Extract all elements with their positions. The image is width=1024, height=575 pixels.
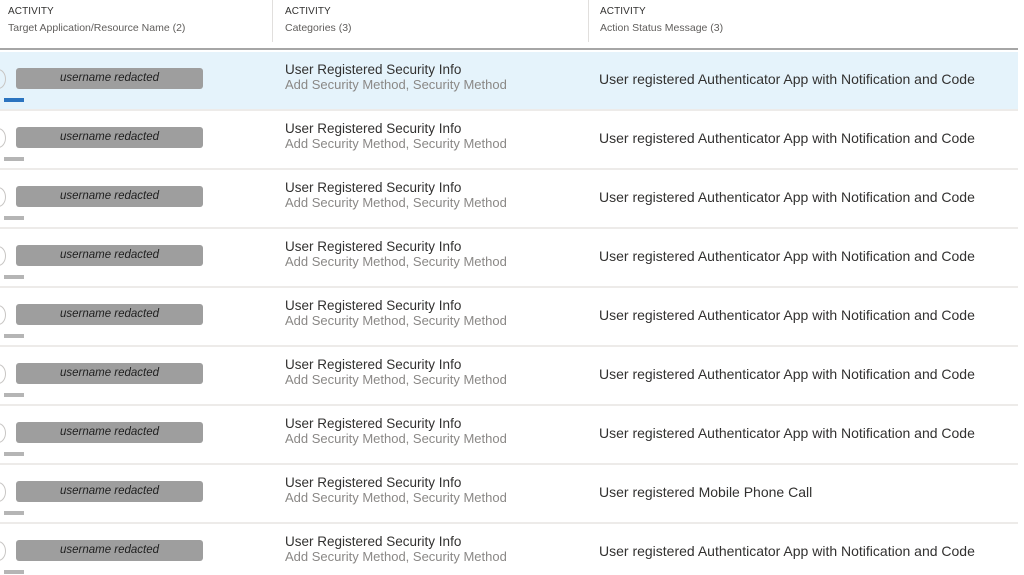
category-title: User Registered Security Info xyxy=(285,62,462,77)
category-subtitle: Add Security Method, Security Method xyxy=(285,431,507,446)
column-label: Categories (3) xyxy=(285,22,352,34)
row-select-radio[interactable] xyxy=(0,482,6,502)
category-title: User Registered Security Info xyxy=(285,416,462,431)
table-header: ACTIVITY Target Application/Resource Nam… xyxy=(0,0,1018,50)
category-subtitle: Add Security Method, Security Method xyxy=(285,136,507,151)
table-row[interactable]: username redacted User Registered Securi… xyxy=(0,288,1018,347)
row-select-radio[interactable] xyxy=(0,128,6,148)
table-row[interactable]: username redacted User Registered Securi… xyxy=(0,406,1018,465)
table-row[interactable]: username redacted User Registered Securi… xyxy=(0,111,1018,170)
row-indicator-bar xyxy=(4,511,24,515)
category-subtitle: Add Security Method, Security Method xyxy=(285,372,507,387)
category-subtitle: Add Security Method, Security Method xyxy=(285,549,507,564)
row-indicator-bar xyxy=(4,452,24,456)
category-title: User Registered Security Info xyxy=(285,239,462,254)
column-label: Target Application/Resource Name (2) xyxy=(8,22,186,34)
column-group-label: ACTIVITY xyxy=(600,6,646,17)
row-indicator-bar xyxy=(4,275,24,279)
action-status-message: User registered Authenticator App with N… xyxy=(599,130,975,146)
category-cell: User Registered Security Info Add Securi… xyxy=(285,416,507,446)
column-header-categories[interactable]: ACTIVITY Categories (3) xyxy=(272,0,588,42)
category-title: User Registered Security Info xyxy=(285,475,462,490)
row-select-radio[interactable] xyxy=(0,423,6,443)
category-title: User Registered Security Info xyxy=(285,534,462,549)
username-redacted-chip: username redacted xyxy=(16,68,203,89)
username-redacted-chip: username redacted xyxy=(16,245,203,266)
category-cell: User Registered Security Info Add Securi… xyxy=(285,62,507,92)
table-body: username redacted User Registered Securi… xyxy=(0,52,1018,575)
action-status-message: User registered Authenticator App with N… xyxy=(599,307,975,323)
row-select-radio[interactable] xyxy=(0,246,6,266)
category-subtitle: Add Security Method, Security Method xyxy=(285,313,507,328)
category-cell: User Registered Security Info Add Securi… xyxy=(285,239,507,269)
row-indicator-bar xyxy=(4,216,24,220)
category-cell: User Registered Security Info Add Securi… xyxy=(285,298,507,328)
category-title: User Registered Security Info xyxy=(285,357,462,372)
category-cell: User Registered Security Info Add Securi… xyxy=(285,357,507,387)
row-indicator-bar xyxy=(4,98,24,102)
category-cell: User Registered Security Info Add Securi… xyxy=(285,180,507,210)
row-select-radio[interactable] xyxy=(0,305,6,325)
row-select-radio[interactable] xyxy=(0,541,6,561)
row-indicator-bar xyxy=(4,334,24,338)
table-row[interactable]: username redacted User Registered Securi… xyxy=(0,347,1018,406)
category-subtitle: Add Security Method, Security Method xyxy=(285,77,507,92)
action-status-message: User registered Authenticator App with N… xyxy=(599,71,975,87)
username-redacted-chip: username redacted xyxy=(16,422,203,443)
category-subtitle: Add Security Method, Security Method xyxy=(285,195,507,210)
action-status-message: User registered Mobile Phone Call xyxy=(599,484,813,500)
username-redacted-chip: username redacted xyxy=(16,127,203,148)
username-redacted-chip: username redacted xyxy=(16,304,203,325)
category-cell: User Registered Security Info Add Securi… xyxy=(285,121,507,151)
table-row[interactable]: username redacted User Registered Securi… xyxy=(0,229,1018,288)
row-indicator-bar xyxy=(4,570,24,574)
username-redacted-chip: username redacted xyxy=(16,363,203,384)
category-title: User Registered Security Info xyxy=(285,180,462,195)
action-status-message: User registered Authenticator App with N… xyxy=(599,425,975,441)
row-select-radio[interactable] xyxy=(0,69,6,89)
username-redacted-chip: username redacted xyxy=(16,186,203,207)
column-header-target-application[interactable]: ACTIVITY Target Application/Resource Nam… xyxy=(0,0,272,42)
action-status-message: User registered Authenticator App with N… xyxy=(599,366,975,382)
category-title: User Registered Security Info xyxy=(285,298,462,313)
username-redacted-chip: username redacted xyxy=(16,540,203,561)
action-status-message: User registered Authenticator App with N… xyxy=(599,189,975,205)
category-subtitle: Add Security Method, Security Method xyxy=(285,254,507,269)
username-redacted-chip: username redacted xyxy=(16,481,203,502)
category-subtitle: Add Security Method, Security Method xyxy=(285,490,507,505)
column-group-label: ACTIVITY xyxy=(8,6,54,17)
category-cell: User Registered Security Info Add Securi… xyxy=(285,475,507,505)
row-select-radio[interactable] xyxy=(0,187,6,207)
action-status-message: User registered Authenticator App with N… xyxy=(599,248,975,264)
table-row[interactable]: username redacted User Registered Securi… xyxy=(0,170,1018,229)
table-row[interactable]: username redacted User Registered Securi… xyxy=(0,524,1018,575)
column-group-label: ACTIVITY xyxy=(285,6,331,17)
category-title: User Registered Security Info xyxy=(285,121,462,136)
row-select-radio[interactable] xyxy=(0,364,6,384)
column-label: Action Status Message (3) xyxy=(600,22,724,34)
table-row[interactable]: username redacted User Registered Securi… xyxy=(0,52,1018,111)
table-row[interactable]: username redacted User Registered Securi… xyxy=(0,465,1018,524)
column-header-action-status-message[interactable]: ACTIVITY Action Status Message (3) xyxy=(588,0,1018,42)
row-indicator-bar xyxy=(4,157,24,161)
action-status-message: User registered Authenticator App with N… xyxy=(599,543,975,559)
row-indicator-bar xyxy=(4,393,24,397)
category-cell: User Registered Security Info Add Securi… xyxy=(285,534,507,564)
